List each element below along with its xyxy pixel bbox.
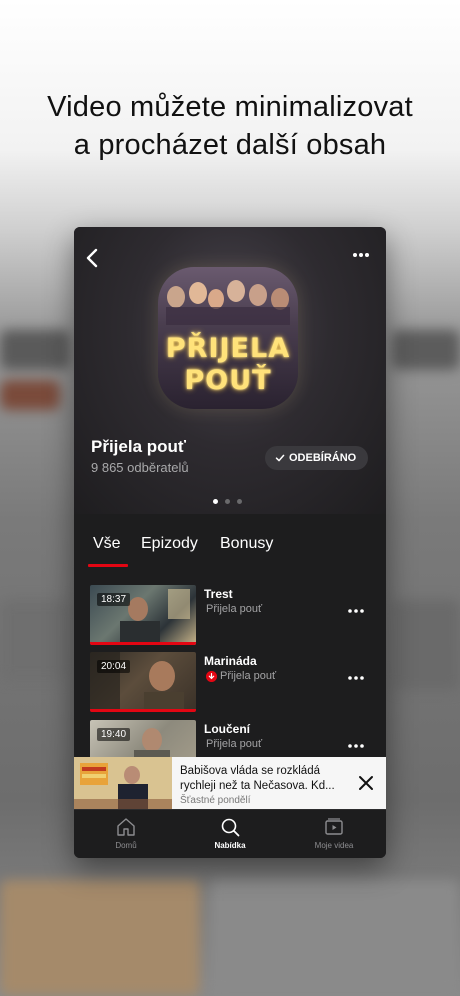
background-blur — [0, 600, 70, 680]
mini-player-title: Babišova vláda se rozkládá rychleji než … — [180, 765, 335, 792]
episode-show-label: Přijela pouť — [206, 603, 263, 615]
episode-thumbnail[interactable]: 18:37 — [90, 585, 196, 645]
bottom-tab-bar: Domů Nabídka Moje videa — [74, 809, 386, 858]
active-tab-indicator — [88, 564, 128, 567]
home-icon — [117, 818, 135, 836]
background-blur — [392, 600, 460, 690]
episode-thumbnail[interactable]: 20:04 — [90, 652, 196, 712]
mini-player-close-button[interactable] — [356, 773, 376, 793]
tabbar-label-home: Domů — [115, 841, 137, 850]
carousel-dot[interactable] — [213, 499, 218, 504]
episode-title: Trest — [204, 587, 233, 601]
phone-screen: PŘIJELA POUŤ Přijela pouť 9 865 odběrate… — [74, 227, 386, 858]
tabbar-item-my-videos[interactable]: Moje videa — [282, 816, 386, 850]
headline: Video můžete minimalizovat a procházet d… — [0, 88, 460, 164]
episode-title: Marináda — [204, 654, 257, 668]
tab-episodes[interactable]: Epizody — [141, 535, 198, 553]
episode-show-name: Přijela pouť — [206, 738, 262, 750]
headline-line-2: a procházet další obsah — [73, 129, 387, 161]
background-blur — [210, 880, 460, 996]
tabbar-item-home[interactable]: Domů — [74, 816, 178, 850]
more-options-button[interactable] — [348, 245, 374, 265]
poster-title-line-2: POUŤ — [184, 365, 272, 396]
episode-more-button[interactable] — [346, 738, 366, 748]
show-title: Přijela pouť — [91, 437, 187, 456]
episode-duration: 20:04 — [97, 660, 131, 673]
ellipsis-icon — [348, 609, 364, 613]
episode-title: Loučení — [204, 722, 251, 736]
headline-line-1: Video můžete minimalizovat — [47, 91, 413, 123]
chevron-left-icon — [86, 248, 98, 268]
search-icon — [221, 818, 240, 837]
episode-more-button[interactable] — [346, 603, 366, 613]
carousel-dot[interactable] — [237, 499, 242, 504]
mini-player-subtitle: Šťastné pondělí — [180, 795, 251, 806]
tabbar-label-my-videos: Moje videa — [314, 841, 354, 850]
mini-player-image — [74, 757, 172, 809]
carousel-dot[interactable] — [225, 499, 230, 504]
episode-show-label: Přijela pouť — [206, 738, 263, 750]
subscriber-count: 9 865 odběratelů — [91, 460, 189, 475]
my-videos-icon — [325, 818, 343, 835]
background-blur — [0, 330, 70, 370]
poster-title-line-1: PŘIJELA — [165, 333, 291, 364]
content-tabs: Vše Epizody Bonusy — [74, 514, 386, 567]
show-hero: PŘIJELA POUŤ Přijela pouť 9 865 odběrate… — [74, 227, 386, 514]
tabbar-item-browse[interactable]: Nabídka — [178, 816, 282, 850]
ellipsis-icon — [348, 676, 364, 680]
ellipsis-icon — [348, 744, 364, 748]
subscribed-button[interactable]: ODEBÍRÁNO — [265, 446, 369, 470]
close-icon — [359, 776, 373, 790]
tab-all[interactable]: Vše — [93, 535, 121, 553]
tabbar-label-browse: Nabídka — [214, 841, 246, 850]
cast-photo — [166, 280, 290, 325]
tab-bonuses[interactable]: Bonusy — [220, 535, 273, 553]
episode-duration: 18:37 — [97, 593, 131, 606]
ellipsis-icon — [353, 253, 369, 257]
back-button[interactable] — [80, 245, 106, 271]
background-blur — [0, 880, 200, 996]
episode-show-name: Přijela pouť — [206, 670, 276, 682]
watch-progress-bar — [90, 709, 196, 712]
episode-show-name: Přijela pouť — [206, 603, 262, 615]
background-blur — [392, 330, 460, 370]
episode-item[interactable]: 18:37 Trest Přijela pouť — [90, 585, 380, 645]
checkmark-icon — [275, 454, 285, 462]
episode-more-button[interactable] — [346, 670, 366, 680]
mini-player[interactable]: Babišova vláda se rozkládá rychleji než … — [74, 757, 386, 809]
watch-progress-bar — [90, 642, 196, 645]
episode-show-label: Přijela pouť — [220, 670, 277, 682]
episode-item[interactable]: 20:04 Marináda Přijela pouť — [90, 652, 380, 712]
show-poster: PŘIJELA POUŤ — [158, 267, 298, 409]
downloaded-icon — [206, 670, 217, 682]
episode-duration: 19:40 — [97, 728, 131, 741]
carousel-dots — [213, 499, 242, 504]
subscribed-label: ODEBÍRÁNO — [289, 452, 357, 464]
mini-player-thumbnail[interactable] — [74, 757, 172, 809]
background-blur — [0, 380, 60, 410]
